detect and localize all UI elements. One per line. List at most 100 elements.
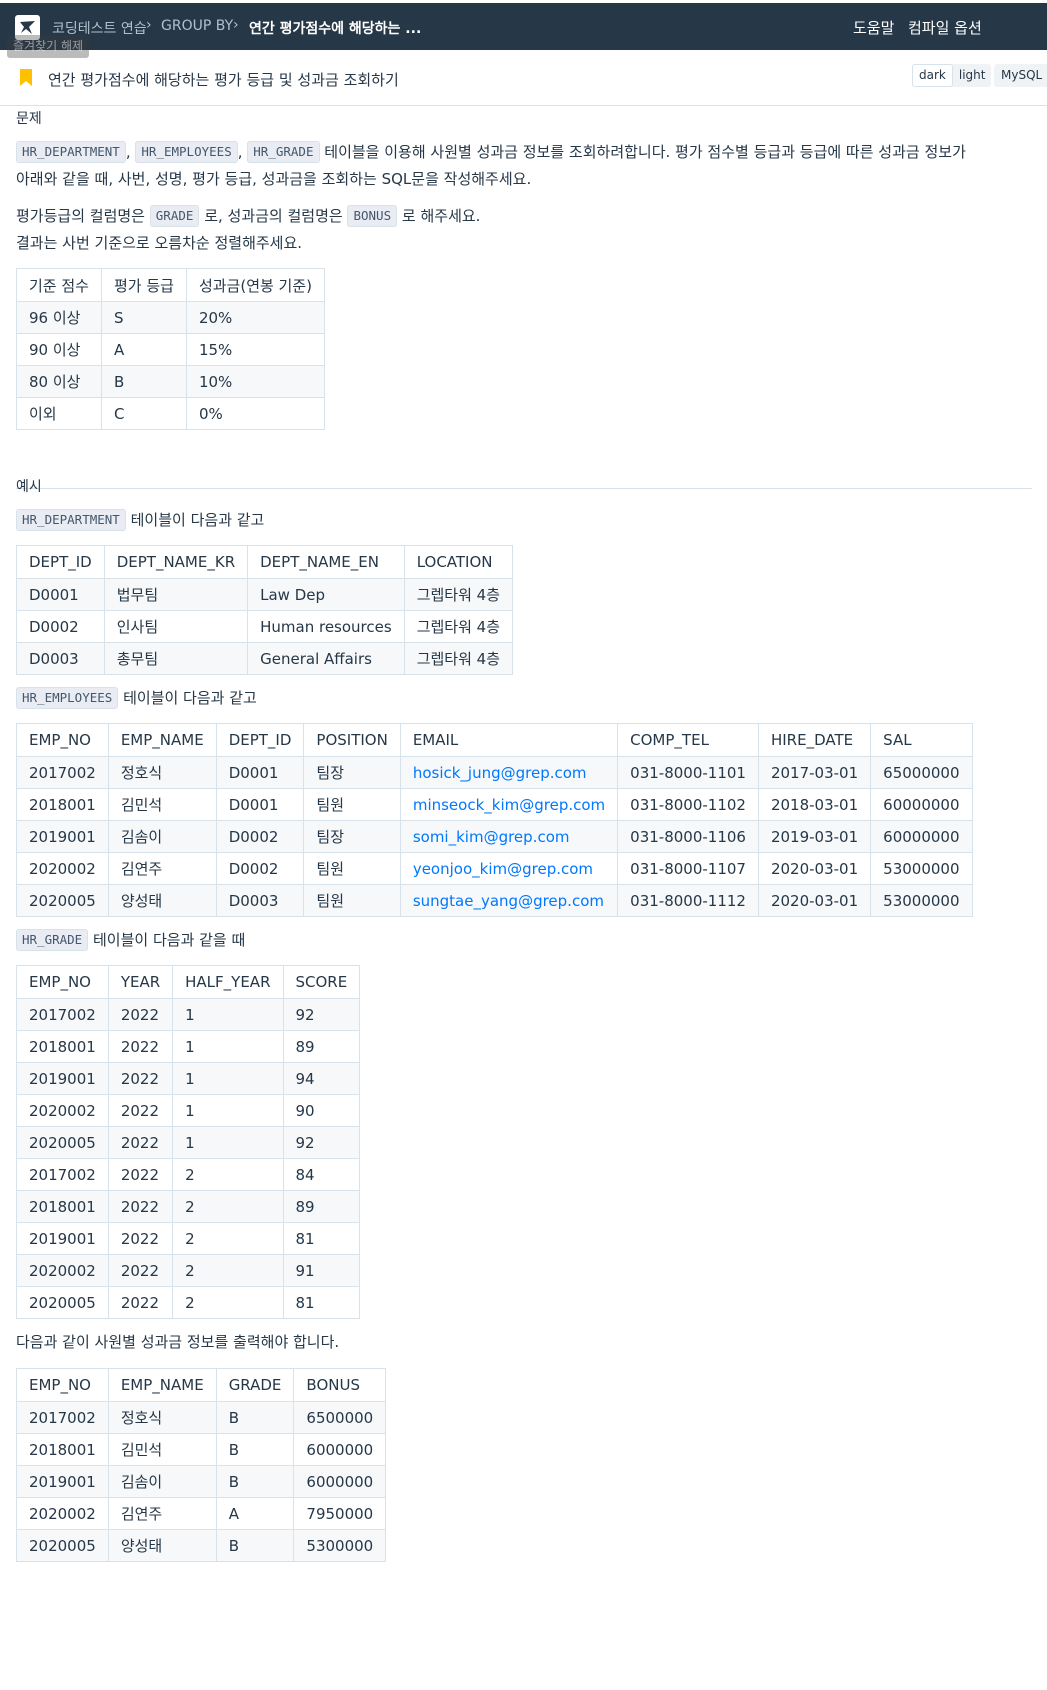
table-cell: 그렙타워 4층 xyxy=(403,578,514,611)
table-header-cell: EMP_NO xyxy=(16,1368,109,1402)
table-cell: somi_kim@grep.com xyxy=(399,820,619,853)
table-cell: 김민석 xyxy=(107,1433,217,1466)
table-cell: 2020005 xyxy=(16,1286,109,1319)
table-cell: 20% xyxy=(185,301,326,334)
table-cell: minseock_kim@grep.com xyxy=(399,788,619,821)
table-row: D0003 총무팀 General Affairs 그렙타워 4층 xyxy=(16,642,514,675)
table-row: 80 이상 B 10% xyxy=(16,365,326,398)
result-table: EMP_NO EMP_NAME GRADE BONUS 2017002 정호식 B 65000… xyxy=(16,1368,387,1562)
table-cell: 60000000 xyxy=(870,820,973,853)
table-header-cell: EMP_NAME xyxy=(107,723,217,757)
table-header-cell: 기준 점수 xyxy=(16,268,102,302)
table-cell: C xyxy=(100,397,187,430)
table-cell: 2020-03-01 xyxy=(757,884,872,917)
theme-dark-button[interactable]: dark xyxy=(912,64,953,87)
table-row: 2018001 2022 1 89 xyxy=(16,1030,361,1063)
top-nav: 코딩테스트 연습 › GROUP BY › 연간 평가점수에 해당하는 ... … xyxy=(0,3,1047,50)
table-header-row: EMP_NO EMP_NAME GRADE BONUS xyxy=(16,1368,387,1402)
table-header-cell: GRADE xyxy=(215,1368,295,1402)
breadcrumb-current: 연간 평가점수에 해당하는 ... xyxy=(249,21,422,37)
table-cell: 1 xyxy=(172,998,284,1031)
breadcrumb-group-by[interactable]: GROUP BY xyxy=(161,18,233,34)
table-header-cell: BONUS xyxy=(293,1368,387,1402)
problem-text: 테이블을 이용해 사원별 성과금 정보를 조회하려합니다. 평가 점수별 등급과… xyxy=(324,143,966,161)
dept-caption: HR_DEPARTMENT 테이블이 다음과 같고 xyxy=(16,506,264,534)
table-row: 2020002 김연주 D0002 팀원 yeonjoo_kim@grep.com 031… xyxy=(16,852,973,885)
table-cell: 김연주 xyxy=(107,852,217,885)
table-cell: 1 xyxy=(172,1094,284,1127)
table-header-cell: DEPT_ID xyxy=(215,723,305,757)
table-header-cell: DEPT_NAME_KR xyxy=(103,545,249,579)
bookmark-icon[interactable] xyxy=(20,69,32,90)
table-cell: 2022 xyxy=(107,1094,174,1127)
table-row: 2019001 2022 1 94 xyxy=(16,1062,361,1095)
table-cell: 2020002 xyxy=(16,852,109,885)
email-link[interactable]: sungtae_yang@grep.com xyxy=(413,892,604,910)
table-cell: 6500000 xyxy=(293,1401,387,1434)
table-row: 90 이상 A 15% xyxy=(16,333,326,366)
table-row: 2018001 2022 2 89 xyxy=(16,1190,361,1223)
table-cell: Law Dep xyxy=(247,578,405,611)
table-cell: B xyxy=(215,1401,295,1434)
table-cell: 2020-03-01 xyxy=(757,852,872,885)
table-cell: 2022 xyxy=(107,1190,174,1223)
table-row: 2020002 김연주 A 7950000 xyxy=(16,1497,387,1530)
table-cell: 김민석 xyxy=(107,788,217,821)
table-cell: 2020005 xyxy=(16,1126,109,1159)
theme-light-button[interactable]: light xyxy=(953,64,992,87)
table-name-code: HR_EMPLOYEES xyxy=(16,687,119,709)
table-cell: B xyxy=(215,1529,295,1562)
table-cell: 2018001 xyxy=(16,1433,109,1466)
table-header-cell: YEAR xyxy=(107,965,174,999)
email-link[interactable]: yeonjoo_kim@grep.com xyxy=(413,860,593,878)
table-cell: 정호식 xyxy=(107,756,217,789)
table-cell: 법무팀 xyxy=(103,578,249,611)
table-cell: S xyxy=(100,301,187,334)
help-button[interactable]: 도움말 xyxy=(853,17,894,38)
emp-caption: HR_EMPLOYEES 테이블이 다음과 같고 xyxy=(16,684,257,712)
table-cell: 90 xyxy=(282,1094,361,1127)
problem-desc-line3: 평가등급의 컬럼명은 GRADE 로, 성과금의 컬럼명은 BONUS 로 해주… xyxy=(16,205,481,227)
table-cell: 2019-03-01 xyxy=(757,820,872,853)
table-header-cell: HIRE_DATE xyxy=(757,723,872,757)
theme-toggle: dark light xyxy=(912,64,992,87)
table-cell: 2019001 xyxy=(16,1222,109,1255)
column-name-code: BONUS xyxy=(347,205,398,227)
email-link[interactable]: hosick_jung@grep.com xyxy=(413,764,587,782)
table-cell: 031-8000-1107 xyxy=(617,852,759,885)
email-link[interactable]: minseock_kim@grep.com xyxy=(413,796,605,814)
challenge-title: 연간 평가점수에 해당하는 평가 등급 및 성과금 조회하기 xyxy=(48,71,399,89)
problem-desc-line4: 결과는 사번 기준으로 오름차순 정렬해주세요. xyxy=(16,234,303,252)
table-header-row: EMP_NO YEAR HALF_YEAR SCORE xyxy=(16,965,361,999)
table-cell: D0001 xyxy=(215,788,305,821)
table-cell: 2022 xyxy=(107,998,174,1031)
table-cell: 2022 xyxy=(107,1222,174,1255)
table-row: 2019001 2022 2 81 xyxy=(16,1222,361,1255)
table-cell: 2017002 xyxy=(16,756,109,789)
table-cell: A xyxy=(215,1497,295,1530)
table-cell: 60000000 xyxy=(870,788,973,821)
table-cell: 6000000 xyxy=(293,1433,387,1466)
table-cell: 양성태 xyxy=(107,1529,217,1562)
table-header-cell: DEPT_NAME_EN xyxy=(247,545,405,579)
email-link[interactable]: somi_kim@grep.com xyxy=(413,828,570,846)
problem-desc-line2: 아래와 같을 때, 사번, 성명, 평가 등급, 성과금을 조회하는 SQL문을… xyxy=(16,170,532,188)
table-cell: 2022 xyxy=(107,1286,174,1319)
table-cell: 2018001 xyxy=(16,788,109,821)
table-cell: 2 xyxy=(172,1222,284,1255)
compile-options-button[interactable]: 컴파일 옵션 xyxy=(908,17,982,38)
table-cell: D0003 xyxy=(16,642,105,675)
table-row: 2020005 2022 1 92 xyxy=(16,1126,361,1159)
table-cell: 2022 xyxy=(107,1254,174,1287)
table-row: 2020005 2022 2 81 xyxy=(16,1286,361,1319)
table-header-cell: HALF_YEAR xyxy=(172,965,284,999)
table-cell: 6000000 xyxy=(293,1465,387,1498)
hr-employees-table: EMP_NO EMP_NAME DEPT_ID POSITION EMAIL COMP_T… xyxy=(16,723,973,917)
table-cell: 2 xyxy=(172,1190,284,1223)
table-row: 2018001 김민석 B 6000000 xyxy=(16,1433,387,1466)
table-cell: 031-8000-1102 xyxy=(617,788,759,821)
table-header-cell: POSITION xyxy=(303,723,401,757)
table-cell: hosick_jung@grep.com xyxy=(399,756,619,789)
language-select[interactable]: MySQL xyxy=(994,64,1047,87)
table-name-code: HR_GRADE xyxy=(16,929,89,951)
